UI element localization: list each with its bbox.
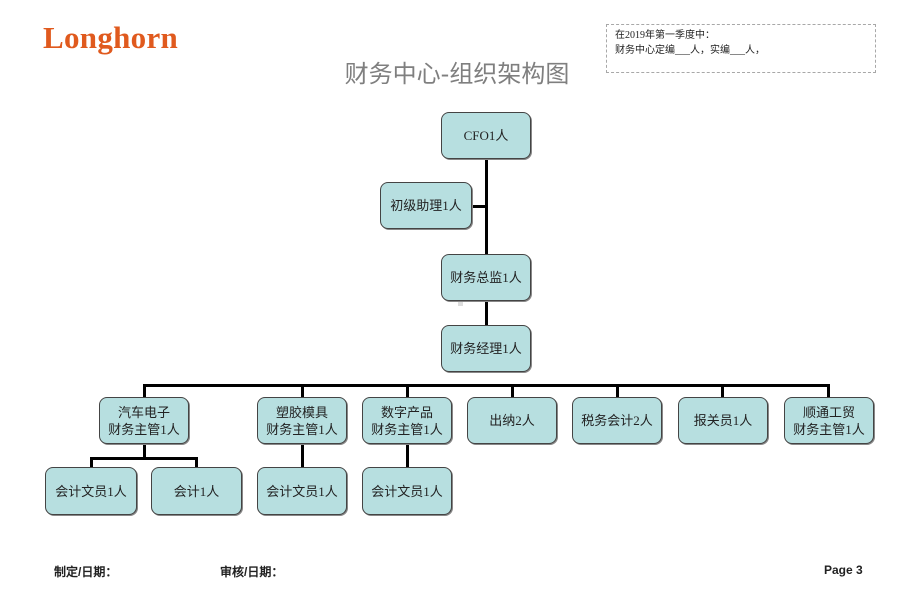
node-label: 税务会计2人 [581,413,653,428]
node-tax-accountant[interactable]: 税务会计2人 [572,397,662,444]
note-line-2: 财务中心定编___人，实编___人， [615,45,765,56]
node-staff-digital-clerk[interactable]: 会计文员1人 [362,467,452,515]
connector-auto-bus [90,457,198,460]
node-dept-auto-electronics[interactable]: 汽车电子 财务主管1人 [99,397,189,444]
connector-drop-6 [721,384,724,398]
node-finance-manager[interactable]: 财务经理1人 [441,325,531,372]
reviewed-by-label: 审核/日期： [220,565,284,579]
node-label: 会计文员1人 [371,483,443,499]
node-label-line2: 财务主管1人 [793,421,865,437]
node-label: 会计1人 [173,483,220,499]
prepared-by-label: 制定/日期： [54,565,118,579]
node-label-line1: 数字产品 [380,404,433,420]
connector-drop-5 [616,384,619,398]
page-title-text: 财务中心-组织架构图 [344,60,570,88]
node-customs-clerk[interactable]: 报关员1人 [678,397,768,444]
staffing-note: 在2019年第一季度中： 财务中心定编___人，实编___人， [606,24,876,73]
connector-digital-down [406,444,409,468]
node-dept-digital-products[interactable]: 数字产品 财务主管1人 [362,397,452,444]
connector-drop-4 [511,384,514,398]
node-staff-auto-accountant[interactable]: 会计1人 [151,467,242,515]
note-line-1: 在2019年第一季度中： [615,30,715,41]
node-label: 报关员1人 [693,413,753,428]
decorative-marker [458,301,463,306]
node-staff-auto-clerk[interactable]: 会计文员1人 [45,467,137,515]
company-logo: Longhorn [43,20,179,55]
node-label: 会计文员1人 [55,483,127,499]
node-assistant[interactable]: 初级助理1人 [380,182,472,229]
node-label: CFO1人 [463,128,509,143]
node-cfo[interactable]: CFO1人 [441,112,531,159]
connector-drop-7 [827,384,830,398]
node-dept-shuntong-trading[interactable]: 顺通工贸 财务主管1人 [784,397,874,444]
node-label-line1: 汽车电子 [117,404,170,420]
node-dept-plastic-molds[interactable]: 塑胶模具 财务主管1人 [257,397,347,444]
node-label: 会计文员1人 [266,483,338,499]
node-label-line1: 顺通工贸 [802,404,855,420]
node-label-line2: 财务主管1人 [371,421,443,437]
node-finance-director[interactable]: 财务总监1人 [441,254,531,301]
node-label: 初级助理1人 [390,198,462,213]
connector-drop-1 [143,384,146,398]
node-label: 财务总监1人 [450,270,522,285]
node-label-line1: 塑胶模具 [275,404,328,420]
connector-drop-3 [406,384,409,398]
connector-drop-2 [301,384,304,398]
node-staff-plastic-clerk[interactable]: 会计文员1人 [257,467,347,515]
connector-assistant [472,205,486,208]
node-label: 出纳2人 [489,413,535,428]
connector-plastic-down [301,444,304,468]
node-label-line2: 财务主管1人 [108,421,180,437]
node-label-line2: 财务主管1人 [266,421,338,437]
page-number: Page 3 [824,563,863,577]
node-label: 财务经理1人 [450,341,522,356]
node-cashier[interactable]: 出纳2人 [467,397,557,444]
connector-main-bus [143,384,830,387]
